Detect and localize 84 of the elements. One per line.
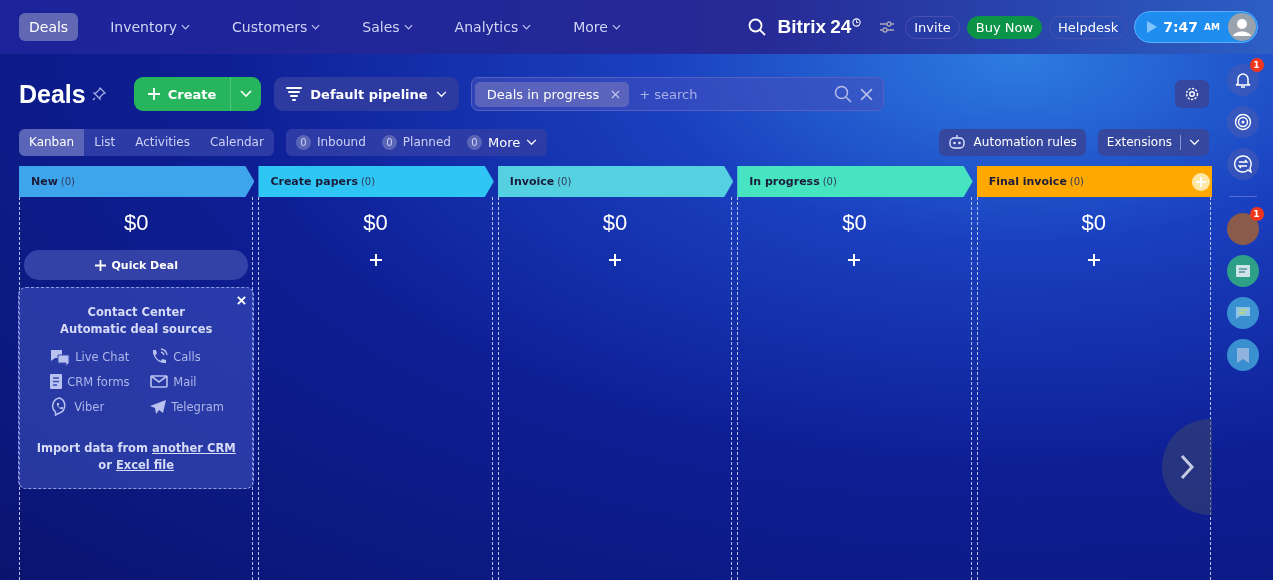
phone-icon (150, 348, 169, 366)
plus-icon (94, 259, 106, 271)
excel-file-link[interactable]: Excel file (115, 458, 175, 472)
robot-icon (947, 135, 966, 149)
nav-item[interactable]: Inventory (100, 13, 201, 41)
stage-header[interactable]: Invoice (0) (497, 166, 734, 197)
chat-app-button[interactable] (1226, 297, 1259, 329)
card-title: Contact Center (87, 304, 185, 321)
counter-filter[interactable]: 0 More (467, 134, 538, 150)
document-icon (1234, 263, 1251, 279)
message-icon (1234, 306, 1251, 320)
clock-icon (852, 17, 862, 27)
caret-icon (435, 90, 447, 98)
caret-icon (1189, 138, 1200, 146)
form-icon (50, 374, 63, 389)
sliders-icon[interactable] (880, 21, 895, 33)
settings-button[interactable] (1175, 80, 1209, 108)
notification-badge: 1 (1249, 58, 1264, 72)
time-text: 7:47 (1163, 19, 1199, 35)
quick-deal-button[interactable]: Quick Deal (24, 250, 249, 280)
source-link[interactable]: Calls (150, 348, 237, 366)
add-deal-icon[interactable] (848, 254, 861, 266)
view-tab[interactable]: List (84, 128, 126, 156)
play-icon (1147, 21, 1158, 33)
chevron-right-icon (1179, 454, 1195, 480)
settings-icon (1184, 86, 1200, 102)
automation-rules-button[interactable]: Automation rules (938, 128, 1086, 156)
add-deal-icon[interactable] (1087, 254, 1100, 266)
view-tab[interactable]: Kanban (19, 128, 85, 156)
buy-now-button[interactable]: Buy Now (966, 15, 1043, 39)
stage-total: $0 (602, 210, 628, 236)
funnel-icon (286, 87, 303, 101)
paper-plane-icon (150, 399, 167, 414)
app-button[interactable] (1226, 255, 1259, 287)
logo: Bitrix (777, 16, 827, 38)
pin-icon[interactable] (91, 87, 106, 101)
add-deal-icon[interactable] (609, 254, 621, 266)
plus-icon (147, 88, 160, 100)
stage-total: $0 (363, 210, 388, 236)
stage-header[interactable]: New (0) (19, 166, 255, 197)
nav-item[interactable]: Analytics (444, 13, 542, 41)
search-field[interactable]: Deals in progress + search (470, 77, 884, 111)
caret-icon (526, 138, 538, 146)
bell-icon (1233, 71, 1252, 89)
source-link[interactable]: Viber (50, 397, 151, 416)
nav-item[interactable]: Sales (352, 13, 423, 41)
nav-item[interactable]: More (563, 13, 631, 41)
bookmark-button[interactable] (1226, 339, 1259, 371)
stage-header[interactable]: Create papers (0) (258, 166, 494, 197)
caret-icon[interactable] (240, 90, 253, 98)
source-link[interactable]: Mail (150, 374, 237, 389)
source-link[interactable]: Live Chat (50, 348, 151, 366)
stage-total: $0 (842, 210, 867, 236)
card-subtitle: Automatic deal sources (60, 321, 213, 338)
user-avatar-icon[interactable] (1228, 13, 1256, 41)
pipeline-button[interactable]: Default pipeline (274, 77, 459, 111)
stage-header[interactable]: Final invoice (0) (976, 166, 1213, 197)
logo-number: 24 (830, 16, 852, 38)
ampm-text: AM (1204, 22, 1220, 32)
source-link[interactable]: Telegram (150, 397, 237, 416)
nav-item[interactable]: Customers (222, 13, 331, 41)
another-crm-link[interactable]: another CRM (152, 441, 236, 455)
page-title: Deals (19, 79, 86, 109)
extensions-button[interactable]: Extensions (1097, 128, 1209, 156)
chat-icon (50, 348, 71, 366)
view-tab[interactable]: Activities (125, 128, 200, 156)
bookmark-icon (1236, 347, 1249, 363)
mail-icon (150, 375, 169, 388)
message-badge: 1 (1249, 207, 1264, 221)
chat-arrows-icon (1233, 155, 1252, 173)
view-tab[interactable]: Calendar (199, 128, 274, 156)
stage-total: $0 (1081, 210, 1107, 236)
search-icon[interactable] (747, 18, 766, 36)
counter-filter[interactable]: 0 Planned (381, 134, 451, 150)
stage-header[interactable]: In progress (0) (737, 166, 973, 197)
chat-swap-button[interactable] (1226, 148, 1259, 180)
add-deal-icon[interactable] (369, 254, 382, 266)
time-button[interactable]: 7:47 AM (1134, 11, 1258, 43)
nav-item[interactable]: Deals (19, 13, 79, 41)
import-text: Import data from another CRM or Excel file (35, 440, 237, 474)
stage-total: $0 (123, 210, 149, 236)
counter-filter[interactable]: 0 Inbound (295, 134, 366, 150)
filter-chip[interactable]: Deals in progress (474, 81, 630, 107)
source-link[interactable]: CRM forms (50, 374, 151, 389)
